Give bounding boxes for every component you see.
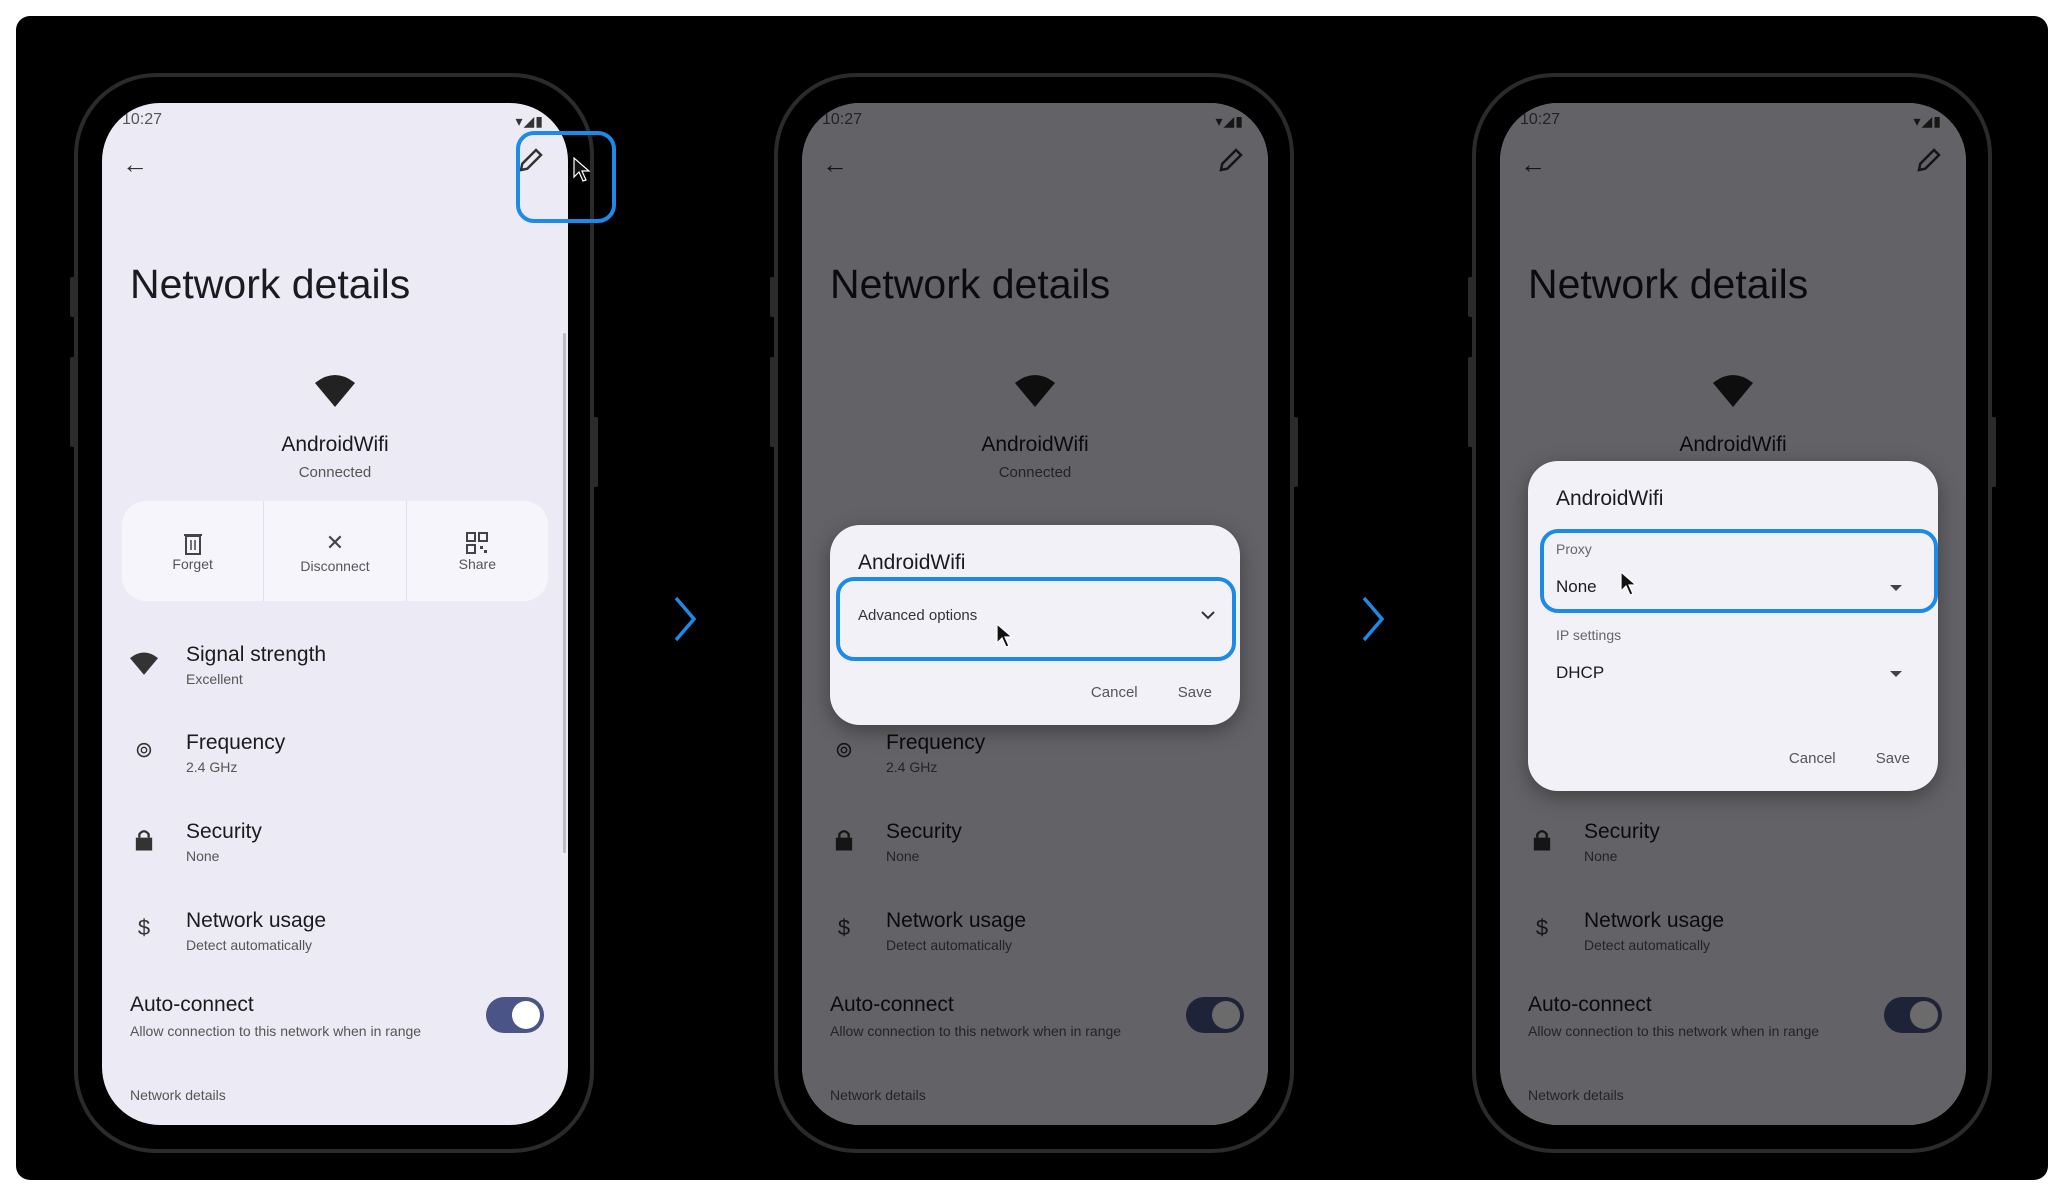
status-time: 10:27 [122,111,163,128]
dialog-buttons: Cancel Save [1055,684,1212,701]
cancel-button[interactable]: Cancel [1789,750,1836,767]
frequency-value: 2.4 GHz [186,759,238,775]
highlight-edit [516,131,616,223]
cursor-icon [996,623,1014,648]
auto-connect-subtitle: Allow connection to this network when in… [130,1023,422,1039]
network-name: AndroidWifi [281,433,389,456]
security-title: Security [186,820,262,843]
ip-settings-label: IP settings [1556,627,1622,643]
disconnect-label: Disconnect [300,558,370,574]
network-dialog: AndroidWifi Proxy None IP settings DHCP … [1528,461,1938,791]
screen-network-details: 10:27 ▾◢▮ ← Network details AndroidWifi … [1500,103,1966,1125]
usage-value: Detect automatically [186,937,313,953]
share-label: Share [458,556,496,572]
actions-bar: Forget ✕ Disconnect Share [122,501,548,601]
signal-strength-row[interactable]: Signal strength Excellent [130,643,544,703]
page-title: Network details [130,261,411,307]
section-header: Network details [130,1087,226,1103]
back-arrow-icon[interactable]: ← [122,149,148,180]
phone-step-3: 10:27 ▾◢▮ ← Network details AndroidWifi … [1468,73,1996,1153]
trash-icon [183,534,202,555]
network-usage-row[interactable]: $ Network usage Detect automatically [130,909,544,969]
dialog-buttons: Cancel Save [1753,750,1910,767]
status-icons: ▾◢▮ [515,113,544,129]
auto-connect-toggle[interactable] [486,997,544,1033]
ip-settings-select[interactable]: DHCP [1556,663,1604,683]
chevron-right-icon [674,596,697,642]
dialog-title: AndroidWifi [858,551,966,574]
phone-step-2: 10:27 ▾◢▮ ← Network details AndroidWifi … [770,73,1298,1153]
frequency-row[interactable]: ⊚ Frequency 2.4 GHz [130,731,544,791]
chevron-right-icon [1362,596,1385,642]
share-button[interactable]: Share [407,501,548,601]
cancel-button[interactable]: Cancel [1091,684,1138,701]
lock-icon [135,830,153,851]
status-bar: 10:27 ▾◢▮ [122,109,544,133]
highlight-proxy [1540,529,1938,613]
auto-connect-row[interactable]: Auto-connect Allow connection to this ne… [130,993,544,1053]
frequency-icon: ⊚ [134,737,154,762]
dialog-title: AndroidWifi [1556,487,1664,510]
qr-code-icon [466,532,489,554]
save-button[interactable]: Save [1178,684,1212,701]
close-icon: ✕ [325,530,345,555]
usage-title: Network usage [186,909,327,932]
network-status: Connected [298,464,372,481]
security-value: None [186,848,220,864]
highlight-advanced-options [836,577,1236,661]
wifi-icon [130,652,158,675]
wifi-icon [315,375,355,407]
auto-connect-title: Auto-connect [130,993,254,1016]
disconnect-button[interactable]: ✕ Disconnect [264,501,407,601]
security-row[interactable]: Security None [130,820,544,880]
forget-button[interactable]: Forget [122,501,265,601]
cursor-icon [1620,571,1638,596]
signal-title: Signal strength [186,643,327,666]
cursor-icon [573,157,591,182]
dollar-icon: $ [137,915,151,940]
frequency-title: Frequency [186,731,286,754]
signal-value: Excellent [186,671,243,687]
dropdown-caret-icon [1890,671,1902,677]
save-button[interactable]: Save [1876,750,1910,767]
phone-step-1: 10:27 ▾◢▮ ← Network details AndroidWifi … [70,73,616,1153]
scrollbar[interactable] [563,333,566,853]
screen-network-details: 10:27 ▾◢▮ ← Network details AndroidWifi … [102,103,568,1125]
presentation-frame: 10:27 ▾◢▮ ← Network details AndroidWifi … [16,16,2048,1180]
forget-label: Forget [172,556,213,572]
